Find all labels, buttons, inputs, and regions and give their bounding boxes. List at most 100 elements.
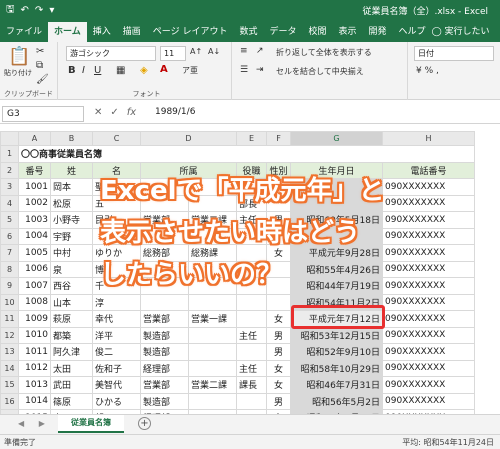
table-cell[interactable]: [236, 310, 267, 328]
select-all-corner[interactable]: [0, 131, 19, 146]
table-cell[interactable]: 1001: [18, 178, 51, 196]
orientation-icon[interactable]: ↗: [256, 46, 264, 56]
column-header[interactable]: B: [50, 131, 93, 146]
table-cell[interactable]: 佐和子: [92, 359, 141, 377]
tab-data[interactable]: データ: [263, 22, 302, 42]
table-cell[interactable]: 1003: [18, 211, 51, 229]
table-cell[interactable]: 製造部: [140, 343, 189, 361]
row-header[interactable]: 4: [0, 194, 19, 212]
table-cell[interactable]: 090XXXXXXX: [382, 244, 475, 262]
table-cell[interactable]: 090XXXXXXX: [382, 359, 475, 377]
save-icon[interactable]: 🖫: [6, 2, 15, 19]
table-cell[interactable]: 製造部: [140, 392, 189, 410]
table-cell[interactable]: 中村: [50, 244, 93, 262]
row-header[interactable]: 2: [0, 161, 19, 179]
tab-file[interactable]: ファイル: [0, 22, 48, 42]
table-cell[interactable]: 男: [266, 343, 291, 361]
grow-font-icon[interactable]: A↑: [190, 47, 202, 56]
underline-button[interactable]: U: [94, 65, 101, 76]
table-cell[interactable]: 営業部: [140, 376, 189, 394]
merge-center-button[interactable]: セルを結合して中央揃え: [276, 66, 364, 77]
name-box[interactable]: G3: [2, 106, 84, 122]
row-header[interactable]: 12: [0, 326, 19, 344]
row-header[interactable]: 3: [0, 178, 19, 196]
row-header[interactable]: 11: [0, 310, 19, 328]
header-cell[interactable]: 電話番号: [382, 161, 475, 179]
currency-icon[interactable]: ¥ % ,: [416, 66, 439, 76]
borders-icon[interactable]: ▦: [116, 65, 125, 76]
table-cell[interactable]: 営業部: [140, 310, 189, 328]
table-cell[interactable]: 宇野: [50, 227, 93, 245]
row-header[interactable]: 9: [0, 277, 19, 295]
table-cell[interactable]: 1007: [18, 277, 51, 295]
table-cell[interactable]: 岡本: [50, 178, 93, 196]
table-cell[interactable]: 090XXXXXXX: [382, 227, 475, 245]
table-cell[interactable]: 1012: [18, 359, 51, 377]
table-cell[interactable]: 課長: [236, 376, 267, 394]
table-cell[interactable]: 1006: [18, 260, 51, 278]
table-cell[interactable]: 山本: [50, 293, 93, 311]
customize-qat-icon[interactable]: ▾: [49, 5, 54, 16]
font-color-icon[interactable]: A: [160, 64, 168, 75]
sheet-title[interactable]: 〇〇商事従業員名簿: [18, 145, 475, 163]
table-cell[interactable]: 090XXXXXXX: [382, 343, 475, 361]
column-header[interactable]: F: [266, 131, 291, 146]
paste-icon[interactable]: 📋: [8, 46, 30, 67]
table-cell[interactable]: 俊二: [92, 343, 141, 361]
table-cell[interactable]: [236, 343, 267, 361]
row-header[interactable]: 16: [0, 392, 19, 410]
table-cell[interactable]: 090XXXXXXX: [382, 260, 475, 278]
row-header[interactable]: 6: [0, 227, 19, 245]
table-cell[interactable]: 幸代: [92, 310, 141, 328]
align-left-icon[interactable]: ☰: [240, 65, 248, 75]
italic-button[interactable]: I: [82, 65, 85, 76]
sheet-nav-arrows[interactable]: ◀ ▶: [18, 419, 51, 428]
indent-icon[interactable]: ⇥: [256, 65, 264, 75]
tab-draw[interactable]: 描画: [117, 22, 147, 42]
table-cell[interactable]: 昭和53年12月15日: [290, 326, 383, 344]
formula-input[interactable]: 1989/1/6: [155, 107, 195, 117]
table-cell[interactable]: 女: [266, 310, 291, 328]
table-cell[interactable]: 昭和52年9月10日: [290, 343, 383, 361]
table-cell[interactable]: 090XXXXXXX: [382, 293, 475, 311]
table-cell[interactable]: 小野寺: [50, 211, 93, 229]
tab-insert[interactable]: 挿入: [87, 22, 117, 42]
table-cell[interactable]: 1013: [18, 376, 51, 394]
column-header-selected[interactable]: G: [290, 131, 383, 146]
table-cell[interactable]: 経理部: [140, 359, 189, 377]
table-cell[interactable]: 090XXXXXXX: [382, 376, 475, 394]
table-cell[interactable]: 製造部: [140, 326, 189, 344]
table-cell[interactable]: 太田: [50, 359, 93, 377]
undo-icon[interactable]: ↶: [21, 5, 29, 16]
row-header[interactable]: 5: [0, 211, 19, 229]
table-cell[interactable]: 昭和55年4月26日: [290, 260, 383, 278]
table-cell[interactable]: 営業一課: [188, 310, 237, 328]
table-cell[interactable]: 萩原: [50, 310, 93, 328]
shrink-font-icon[interactable]: A↓: [208, 47, 220, 56]
table-cell[interactable]: 1002: [18, 194, 51, 212]
table-cell[interactable]: 都築: [50, 326, 93, 344]
table-cell[interactable]: 1009: [18, 310, 51, 328]
table-cell[interactable]: [236, 392, 267, 410]
table-cell[interactable]: 主任: [236, 359, 267, 377]
table-cell[interactable]: 090XXXXXXX: [382, 178, 475, 196]
table-cell[interactable]: 1011: [18, 343, 51, 361]
table-cell[interactable]: 泉: [50, 260, 93, 278]
table-cell[interactable]: 1005: [18, 244, 51, 262]
fill-color-icon[interactable]: ◈: [140, 65, 148, 76]
column-header[interactable]: A: [18, 131, 51, 146]
row-header[interactable]: 13: [0, 343, 19, 361]
table-cell[interactable]: 1004: [18, 227, 51, 245]
table-cell[interactable]: 1014: [18, 392, 51, 410]
row-header[interactable]: 14: [0, 359, 19, 377]
table-cell[interactable]: [188, 326, 237, 344]
row-header[interactable]: 10: [0, 293, 19, 311]
font-size-select[interactable]: 11: [160, 46, 186, 61]
tab-home[interactable]: ホーム: [48, 22, 87, 42]
table-cell[interactable]: 洋平: [92, 326, 141, 344]
table-cell[interactable]: 1010: [18, 326, 51, 344]
table-cell[interactable]: 男: [266, 326, 291, 344]
table-cell[interactable]: 090XXXXXXX: [382, 310, 475, 328]
tell-me-search[interactable]: ◯ 実行したい作業を: [432, 22, 500, 57]
redo-icon[interactable]: ↷: [35, 5, 43, 16]
